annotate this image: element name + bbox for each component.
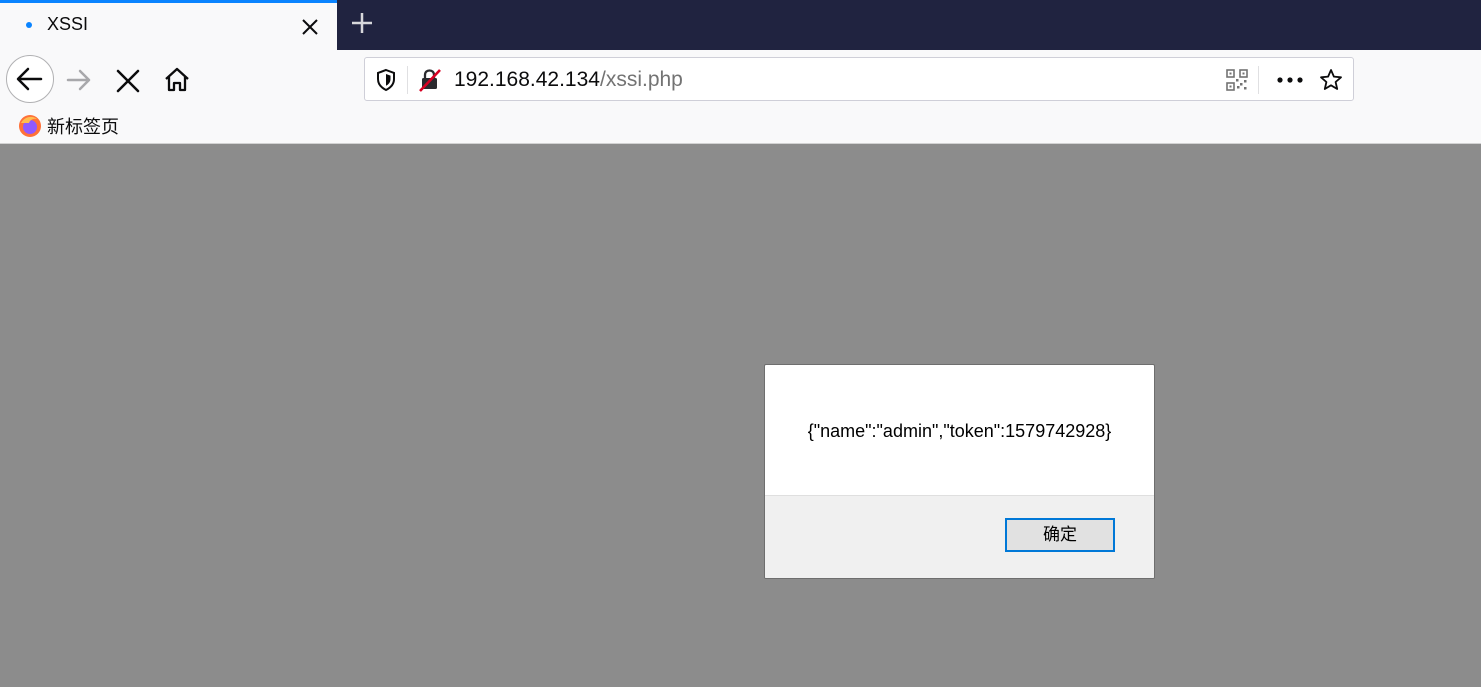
tab-title: XSSI	[47, 14, 89, 34]
alert-dialog: {"name":"admin","token":1579742928} 确定	[764, 364, 1155, 579]
forward-arrow-icon[interactable]	[64, 66, 94, 94]
loading-indicator-icon	[26, 22, 32, 28]
alert-footer: 确定	[765, 495, 1154, 578]
tab-strip: XSSI	[0, 0, 1481, 50]
qr-code-icon[interactable]	[1226, 69, 1248, 91]
url-bar[interactable]: 192.168.42.134/xssi.php	[364, 57, 1354, 101]
bookmark-star-icon[interactable]	[1319, 68, 1343, 92]
urlbar-divider	[1258, 66, 1259, 94]
url-path: /xssi.php	[599, 68, 683, 91]
firefox-logo-icon	[19, 115, 41, 137]
bookmark-label: 新标签页	[47, 117, 119, 137]
home-icon[interactable]	[163, 66, 191, 94]
tab-close-icon[interactable]	[299, 16, 321, 38]
url-host: 192.168.42.134	[454, 68, 600, 91]
alert-message: {"name":"admin","token":1579742928}	[807, 421, 1112, 441]
tab-xssi[interactable]: XSSI	[0, 0, 337, 50]
stop-icon[interactable]	[115, 68, 141, 94]
page-actions-menu-icon[interactable]	[1277, 77, 1303, 83]
back-arrow-icon	[16, 67, 43, 91]
new-tab-icon[interactable]	[349, 10, 375, 36]
tracking-protection-shield-icon[interactable]	[375, 68, 397, 92]
ok-button[interactable]: 确定	[1005, 518, 1115, 552]
back-button[interactable]	[6, 55, 54, 103]
urlbar-divider	[407, 66, 408, 94]
url-text[interactable]: 192.168.42.134/xssi.php	[454, 68, 683, 92]
bookmarks-toolbar: 新标签页	[0, 110, 1481, 144]
insecure-lock-icon[interactable]	[417, 67, 443, 93]
